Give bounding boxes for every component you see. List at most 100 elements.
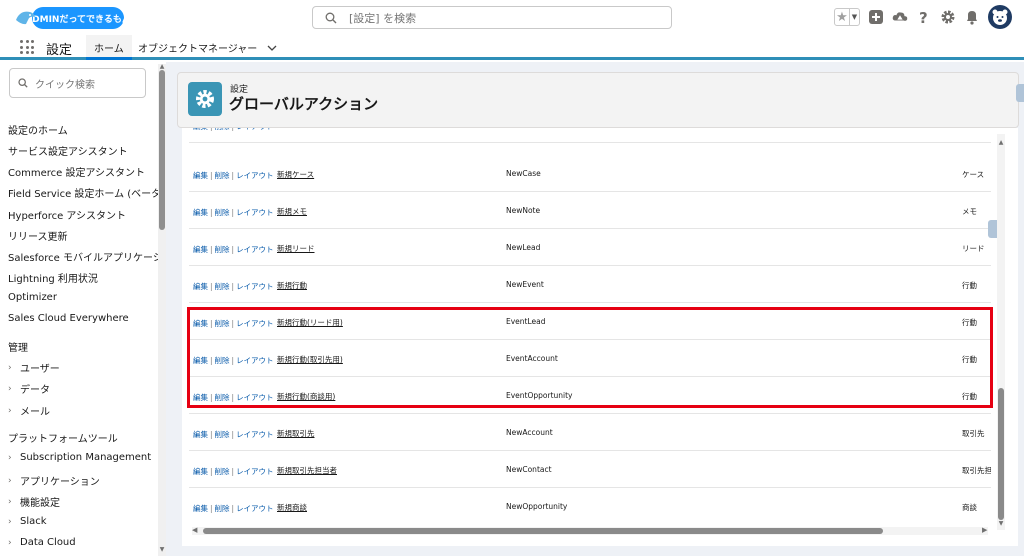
sidebar-item-data-cloud[interactable]: › Data Cloud [8,537,76,548]
action-label-link[interactable]: 新規商談 [277,502,307,513]
action-label-link[interactable]: 新規メモ [277,206,307,217]
global-header: ADMINだってできるもん [設定] を検索 ★ ▼ ? [0,0,1024,35]
logo[interactable]: ADMINだってできるもん [14,4,131,32]
sidebar-item-mobile-app[interactable]: Salesforce モバイルアプリケーション [8,249,183,264]
table-vertical-scrollbar-thumb[interactable] [998,388,1004,520]
action-label-link[interactable]: 新規リード [277,243,315,254]
sidebar-item-data[interactable]: › データ [8,381,50,397]
app-launcher-icon[interactable] [20,40,34,54]
page-header: 設定 グローバルアクション [177,72,1019,128]
delete-link[interactable]: 削除 [215,208,230,217]
chevron-down-icon[interactable] [267,44,277,52]
action-label-link[interactable]: 新規行動 [277,280,307,291]
edit-link[interactable]: 編集 [193,430,208,439]
edit-link[interactable]: 編集 [193,128,208,131]
sidebar-section-admin: 管理 [8,343,28,354]
scroll-right-arrow-icon[interactable]: ▶ [982,526,987,534]
quick-find-input[interactable]: クイック検索 [9,68,146,98]
sidebar-item-commerce-setup[interactable]: Commerce 設定アシスタント [8,164,145,179]
action-label-link[interactable]: 新規取引先 [277,428,315,439]
sidebar-item-subscription-management[interactable]: › Subscription Management [8,452,151,463]
edit-link[interactable]: 編集 [193,208,208,217]
sidebar-item-service-setup[interactable]: サービス設定アシスタント [8,143,128,158]
tab-object-manager[interactable]: オブジェクトマネージャー [138,35,277,60]
row-actions: 編集|削除|レイアウト [193,245,274,254]
sidebar-scrollbar-thumb[interactable] [159,70,165,230]
favorite-star-icon[interactable]: ★ [835,9,849,25]
logo-badge: ADMINだってできるもん [25,7,131,29]
action-target-object: リード [962,244,985,253]
sidebar-item-sales-cloud-everywhere[interactable]: Sales Cloud Everywhere [8,313,129,324]
edit-link[interactable]: 編集 [193,245,208,254]
sidebar-item-field-service[interactable]: Field Service 設定ホーム (ベータ) [8,185,165,200]
favorite-caret-icon[interactable]: ▼ [849,9,859,25]
layout-link[interactable]: レイアウト [236,128,274,131]
sidebar-item-optimizer[interactable]: Optimizer [8,292,57,303]
sidebar-item-release-updates[interactable]: リリース更新 [8,228,68,243]
chevron-right-icon: › [8,405,12,416]
sidebar-item-label: メール [20,407,50,418]
scroll-down-arrow-icon[interactable]: ▼ [158,546,166,553]
action-target-object: 取引先担 [962,466,991,475]
layout-link[interactable]: レイアウト [236,208,274,217]
sidebar-item-slack[interactable]: › Slack [8,516,47,527]
bell-icon[interactable] [964,9,980,25]
page-title: グローバルアクション [229,95,379,113]
sidebar-item-label: Slack [20,516,47,527]
scroll-up-arrow-icon[interactable]: ▲ [158,63,166,70]
trailhead-icon[interactable] [892,9,908,25]
layout-link[interactable]: レイアウト [236,430,274,439]
chevron-right-icon: › [8,362,12,373]
scroll-down-arrow-icon[interactable]: ▼ [997,520,1005,527]
delete-link[interactable]: 削除 [215,282,230,291]
edit-link[interactable]: 編集 [193,467,208,476]
action-api-name: NewNote [506,206,541,215]
add-icon[interactable] [868,9,884,25]
action-label-link[interactable]: 新規取引先担当者 [277,465,337,476]
sidebar-item-setup-home[interactable]: 設定のホーム [8,122,68,137]
sidebar-item-feature-settings[interactable]: › 機能設定 [8,494,60,510]
edit-link[interactable]: 編集 [193,282,208,291]
action-target-object: ケース [962,170,985,179]
row-actions: 編集|削除|レイアウト [193,430,274,439]
sidebar-item-users[interactable]: › ユーザー [8,360,60,376]
side-panel-toggle[interactable] [1016,84,1024,102]
edit-link[interactable]: 編集 [193,504,208,513]
layout-link[interactable]: レイアウト [236,171,274,180]
gear-icon[interactable] [940,9,956,25]
svg-text:?: ? [919,9,928,25]
action-target-object: 行動 [962,281,977,290]
scroll-left-arrow-icon[interactable]: ◀ [192,526,197,534]
sidebar-item-lightning-usage[interactable]: Lightning 利用状況 [8,270,98,285]
scroll-up-arrow-icon[interactable]: ▲ [997,139,1005,146]
delete-link[interactable]: 削除 [215,430,230,439]
delete-link[interactable]: 削除 [215,467,230,476]
highlight-box [187,307,993,408]
delete-link[interactable]: 削除 [215,128,230,131]
delete-link[interactable]: 削除 [215,171,230,180]
help-icon[interactable]: ? [916,9,932,25]
row-actions: 編集|削除|レイアウト [193,208,274,217]
delete-link[interactable]: 削除 [215,504,230,513]
sidebar-item-hyperforce[interactable]: Hyperforce アシスタント [8,207,126,222]
sidebar-item-applications[interactable]: › アプリケーション [8,473,100,489]
chevron-right-icon: › [8,475,12,486]
table-horizontal-scrollbar-thumb[interactable] [203,528,883,534]
sidebar-item-email[interactable]: › メール [8,403,50,419]
global-search-input[interactable]: [設定] を検索 [312,6,672,29]
sidebar-item-label: Subscription Management [20,452,152,463]
delete-link[interactable]: 削除 [215,245,230,254]
tab-home[interactable]: ホーム [86,35,132,60]
action-api-name: NewOpportunity [506,502,568,511]
table-row: 編集 | 削除 | レイアウト 新規商談 NewOpportunity 商談 [189,488,991,524]
edit-link[interactable]: 編集 [193,171,208,180]
layout-link[interactable]: レイアウト [236,245,274,254]
action-label-link[interactable]: 新規ケース [277,169,314,180]
layout-link[interactable]: レイアウト [236,467,274,476]
search-placeholder: [設定] を検索 [349,11,417,25]
avatar[interactable] [988,5,1012,29]
layout-link[interactable]: レイアウト [236,504,274,513]
sidebar-item-label: ユーザー [20,364,60,375]
action-api-name: NewContact [506,465,552,474]
layout-link[interactable]: レイアウト [236,282,274,291]
